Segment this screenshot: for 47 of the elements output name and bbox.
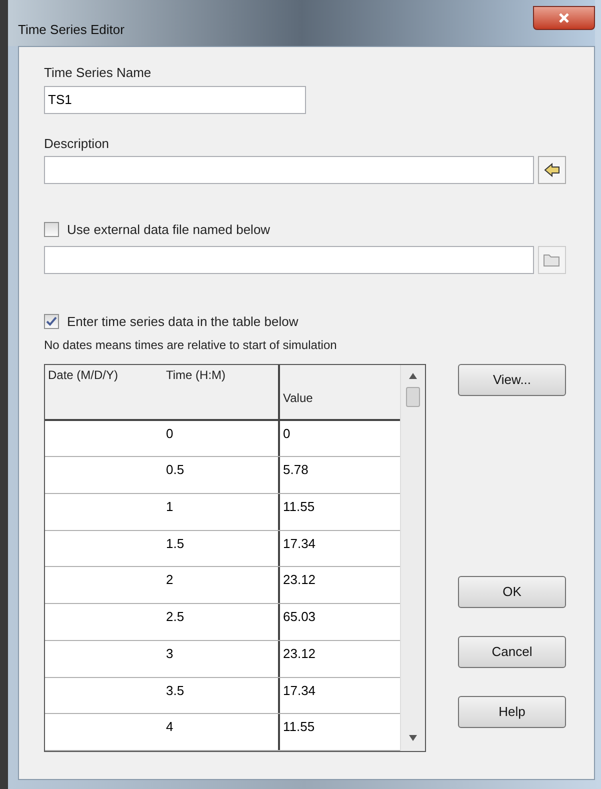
- table-cell: 3: [163, 640, 280, 677]
- table-cell: 0.5: [163, 457, 280, 494]
- name-field[interactable]: TS1: [44, 86, 306, 114]
- edit-button[interactable]: [538, 156, 566, 184]
- scrollbar[interactable]: [400, 365, 425, 751]
- window-title: Time Series Editor: [18, 21, 124, 39]
- note-text: No dates means times are relative to start of simulation: [44, 337, 338, 354]
- close-icon: [558, 12, 570, 24]
- table-cell-text: 17.34: [282, 534, 317, 553]
- table-cell-text: 23.12: [282, 644, 317, 663]
- dialog-button[interactable]: Help: [458, 696, 566, 728]
- checkmark-icon: [46, 316, 57, 327]
- table-cell-text: 0: [282, 424, 292, 443]
- field-label: Time Series Name: [44, 64, 152, 82]
- checkbox-label: Use external data file named below: [67, 221, 270, 239]
- table-cell: 0: [163, 420, 280, 456]
- scroll-thumb[interactable]: [406, 387, 420, 407]
- close-button[interactable]: [533, 6, 595, 30]
- table-cell-text: 11.55: [282, 498, 316, 516]
- folder-icon: [543, 252, 561, 268]
- table-cell: 2: [163, 567, 280, 604]
- field-label: Description: [44, 134, 110, 153]
- column-header: Date (M/D/Y): [48, 368, 118, 382]
- arrow-icon: [543, 162, 561, 178]
- table-cell-text: 11.55: [282, 718, 316, 736]
- checkbox[interactable]: [44, 222, 59, 238]
- scroll-up-icon: [409, 373, 417, 379]
- table-cell: 3.5: [163, 678, 280, 714]
- browse-button[interactable]: [538, 246, 566, 274]
- file-path-field[interactable]: [44, 246, 534, 274]
- table-cell: 1: [163, 494, 280, 530]
- table-cell: 4: [163, 714, 280, 750]
- dialog-button[interactable]: OK: [458, 576, 566, 608]
- checkbox[interactable]: [44, 314, 59, 329]
- table-cell: 1.5: [163, 530, 280, 566]
- dialog-button[interactable]: Cancel: [458, 636, 566, 668]
- table-cell-text: 17.34: [282, 682, 317, 700]
- scroll-down-icon: [409, 735, 417, 741]
- dialog-button[interactable]: View...: [458, 364, 566, 396]
- table-cell-text: 65.03: [282, 608, 317, 626]
- column-header: Time (H:M): [166, 368, 227, 382]
- description-field[interactable]: [44, 156, 534, 184]
- column-header: Value: [283, 391, 314, 405]
- table-cell-text: 5.78: [282, 461, 310, 480]
- table-cell: 2.5: [163, 604, 280, 640]
- table-cell-text: 23.12: [282, 571, 317, 590]
- checkbox-label: Enter time series data in the table below: [67, 312, 298, 330]
